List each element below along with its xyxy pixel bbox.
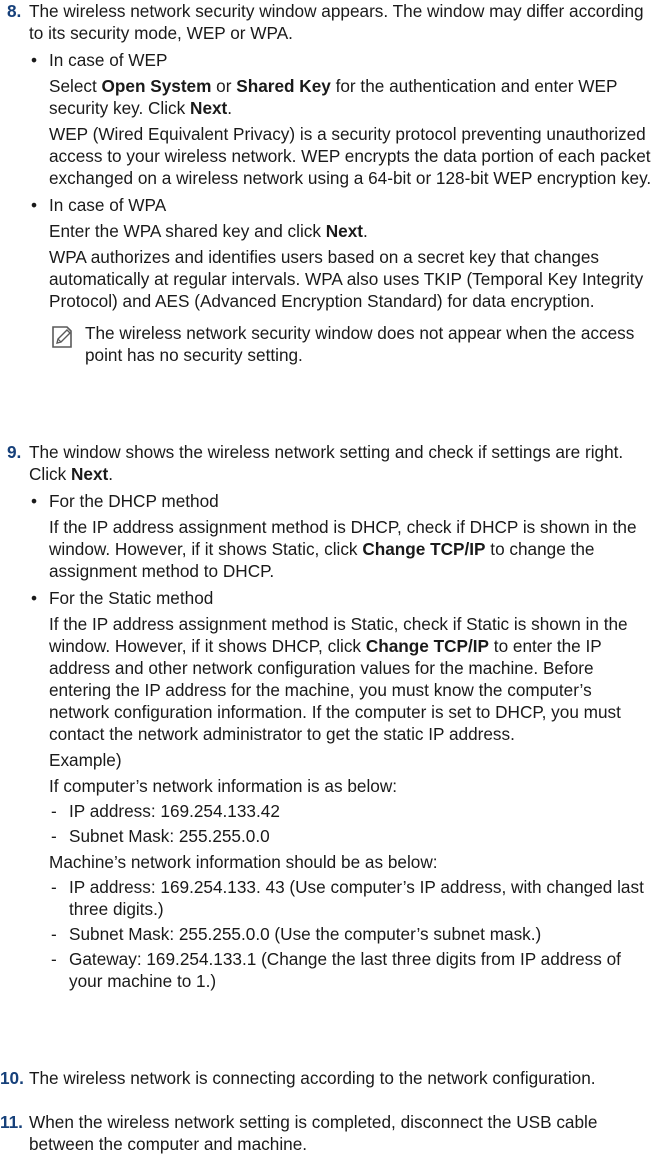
step-number: 9. — [7, 442, 22, 462]
static-description: If the IP address assignment method is S… — [49, 614, 628, 744]
bullet-dot: • — [31, 491, 38, 511]
step-intro: The wireless network security window app… — [29, 1, 644, 43]
bullet-heading: For the DHCP method — [49, 491, 219, 511]
step-number: 11. — [0, 1112, 23, 1132]
step-number: 10. — [0, 1068, 24, 1088]
bullet-static: • For the Static method If the IP addres… — [29, 587, 653, 992]
wpa-instruction: Enter the WPA shared key and click Next. — [49, 221, 368, 241]
list-item: - Subnet Mask: 255.255.0.0 — [51, 826, 270, 846]
wep-description: WEP (Wired Equivalent Privacy) is a secu… — [49, 124, 652, 188]
step-8: 8. The wireless network security window … — [7, 0, 653, 366]
bullet-wpa: • In case of WPA Enter the WPA shared ke… — [29, 194, 653, 366]
note-box: The wireless network security window doe… — [49, 322, 653, 366]
change-tcpip-label: Change TCP/IP — [365, 636, 490, 656]
list-item: - IP address: 169.254.133.42 — [51, 801, 280, 821]
bullet-wep: • In case of WEP Select Open System or S… — [29, 49, 653, 189]
bullet-dhcp: • For the DHCP method If the IP address … — [29, 490, 653, 582]
step-text: When the wireless network setting is com… — [29, 1112, 598, 1154]
list-item: - Subnet Mask: 255.255.0.0 (Use the compu… — [51, 924, 542, 944]
next-label: Next — [325, 221, 363, 241]
next-label: Next — [71, 464, 109, 484]
manual-page: 8. The wireless network security window … — [0, 0, 663, 1154]
note-text: The wireless network security window doe… — [85, 323, 635, 365]
step-intro: The window shows the wireless network se… — [29, 442, 624, 484]
change-tcpip-label: Change TCP/IP — [362, 539, 486, 559]
step-number: 8. — [7, 1, 22, 21]
computer-info-intro: If computer’s network information is as … — [49, 776, 398, 796]
bullet-dot: • — [31, 50, 38, 70]
bullet-heading: In case of WPA — [49, 195, 167, 215]
wep-instruction: Select Open System or Shared Key for the… — [49, 76, 618, 118]
bullet-heading: In case of WEP — [49, 50, 168, 70]
list-item: - Gateway: 169.254.133.1 (Change the last… — [51, 949, 621, 991]
step-11: 11. When the wireless network setting is… — [0, 1111, 653, 1155]
step-10: 10. The wireless network is connecting a… — [0, 1067, 596, 1089]
shared-key-label: Shared Key — [236, 76, 331, 96]
next-label: Next — [190, 98, 228, 118]
bullet-dot: • — [31, 195, 38, 215]
bullet-dot: • — [31, 588, 38, 608]
list-item: - IP address: 169.254.133. 43 (Use comput… — [51, 877, 644, 919]
bullet-heading: For the Static method — [49, 588, 214, 608]
note-pencil-icon — [52, 326, 72, 348]
dhcp-description: If the IP address assignment method is D… — [49, 517, 637, 581]
step-9: 9. The window shows the wireless network… — [7, 441, 653, 992]
wpa-description: WPA authorizes and identifies users base… — [49, 247, 644, 311]
example-label: Example) — [49, 750, 122, 770]
step-text: The wireless network is connecting accor… — [29, 1068, 596, 1088]
open-system-label: Open System — [101, 76, 212, 96]
machine-info-intro: Machine’s network information should be … — [49, 852, 438, 872]
